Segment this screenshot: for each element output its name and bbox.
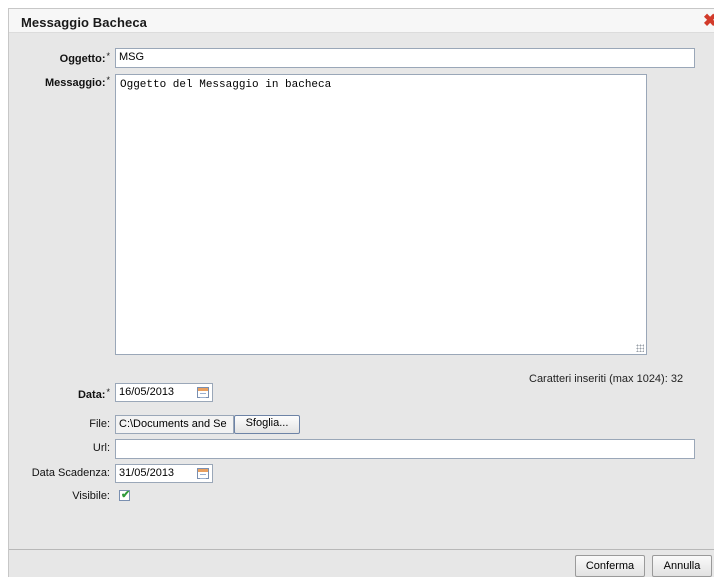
oggetto-label: Oggetto:* [59, 51, 110, 65]
data-scadenza-field: 31/05/2013 [115, 464, 213, 483]
checkmark-icon: ✔ [121, 489, 131, 501]
footer-divider [9, 549, 714, 550]
data-label: Data:* [77, 387, 110, 401]
file-path-input[interactable]: C:\Documents and Se [115, 415, 234, 434]
calendar-icon[interactable] [197, 468, 209, 479]
dialog-titlebar: Messaggio Bacheca ✖ [9, 9, 714, 33]
messaggio-bacheca-dialog: Messaggio Bacheca ✖ Oggetto:* MSG Messag… [8, 8, 714, 577]
messaggio-label: Messaggio:* [44, 75, 110, 89]
conferma-button[interactable]: Conferma [575, 555, 645, 577]
char-count-text: Caratteri inseriti (max 1024): 32 [529, 373, 684, 385]
browse-button[interactable]: Sfoglia... [234, 415, 300, 434]
messaggio-textarea[interactable]: Oggetto del Messaggio in bacheca [115, 74, 647, 355]
dialog-title: Messaggio Bacheca [21, 15, 147, 30]
resize-grip-icon[interactable] [636, 344, 644, 352]
messaggio-text: Oggetto del Messaggio in bacheca [120, 79, 332, 91]
url-label: Url: [92, 442, 110, 454]
visibile-checkbox[interactable]: ✔ [119, 489, 131, 501]
close-icon[interactable]: ✖ [703, 12, 714, 29]
visibile-label: Visibile: [72, 490, 110, 502]
annulla-button[interactable]: Annulla [652, 555, 712, 577]
data-scadenza-label: Data Scadenza: [31, 467, 110, 479]
file-label: File: [89, 418, 110, 430]
url-input[interactable] [115, 439, 695, 459]
data-field: 16/05/2013 [115, 383, 213, 402]
oggetto-input[interactable]: MSG [115, 48, 695, 68]
calendar-icon[interactable] [197, 387, 209, 398]
